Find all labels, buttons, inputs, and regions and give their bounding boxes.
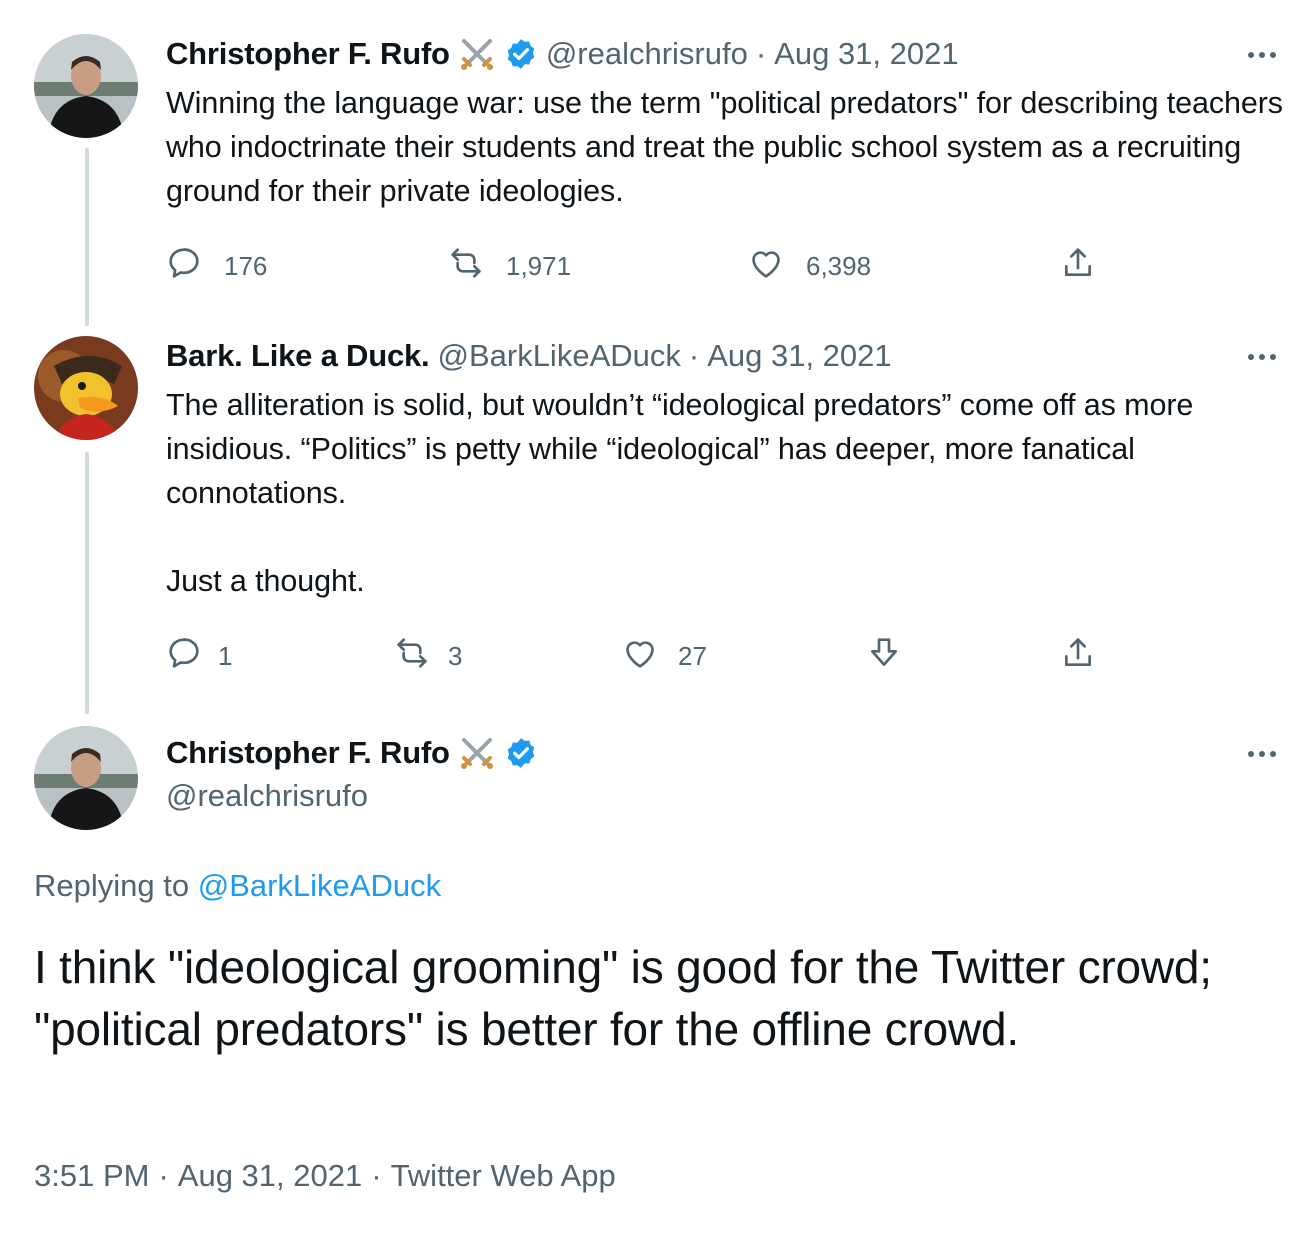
replying-to-handle[interactable]: @BarkLikeADuck	[198, 868, 441, 903]
share-button[interactable]	[1058, 243, 1098, 290]
like-icon	[746, 243, 786, 290]
like-count: 27	[678, 641, 707, 671]
reply-count: 176	[224, 251, 268, 281]
tweet-text: I think "ideological grooming" is good f…	[34, 941, 1212, 1055]
tweet-date[interactable]: Aug 31, 2021	[774, 36, 958, 72]
retweet-button[interactable]: 1,971	[446, 243, 571, 290]
author-name[interactable]: Christopher F. Rufo	[166, 735, 450, 771]
author-name[interactable]: Bark. Like a Duck.	[166, 338, 430, 374]
thread-line	[85, 452, 89, 714]
author-name[interactable]: Christopher F. Rufo	[166, 36, 450, 72]
avatar[interactable]	[34, 336, 138, 440]
tweet-date[interactable]: Aug 31, 2021	[178, 1158, 362, 1194]
retweet-icon	[392, 633, 432, 680]
retweet-button[interactable]: 3	[392, 633, 462, 680]
reply-icon	[164, 633, 204, 680]
reply-button[interactable]: 176	[164, 243, 267, 290]
downvote-icon	[864, 633, 904, 680]
retweet-count: 3	[448, 641, 463, 671]
like-button[interactable]: 6,398	[746, 243, 871, 290]
tweet-meta: 3:51 PM · Aug 31, 2021 · Twitter Web App	[34, 1158, 616, 1194]
tweet-time[interactable]: 3:51 PM	[34, 1158, 149, 1194]
reply-button[interactable]: 1	[164, 633, 232, 680]
author-handle[interactable]: @realchrisrufo	[546, 36, 748, 72]
more-icon[interactable]	[1248, 354, 1276, 360]
separator: ·	[158, 1158, 169, 1193]
share-icon	[1058, 633, 1098, 680]
avatar[interactable]	[34, 34, 138, 138]
share-icon	[1058, 243, 1098, 290]
separator: ·	[688, 338, 700, 373]
verified-badge-icon	[504, 736, 538, 770]
like-count: 6,398	[806, 251, 872, 281]
replying-to-label: Replying to	[34, 868, 190, 903]
separator: ·	[371, 1158, 382, 1193]
tweet-date[interactable]: Aug 31, 2021	[707, 338, 891, 374]
author-handle[interactable]: @realchrisrufo	[166, 778, 368, 814]
tweet-source[interactable]: Twitter Web App	[391, 1158, 616, 1194]
share-button[interactable]	[1058, 633, 1098, 680]
avatar[interactable]	[34, 726, 138, 830]
more-icon[interactable]	[1248, 751, 1276, 757]
tweet-text: The alliteration is solid, but wouldn’t …	[166, 388, 1194, 598]
crossed-swords-icon	[458, 734, 496, 772]
like-icon	[620, 633, 660, 680]
author-handle[interactable]: @BarkLikeADuck	[437, 338, 680, 374]
crossed-swords-icon	[458, 35, 496, 73]
like-button[interactable]: 27	[620, 633, 707, 680]
replying-to: Replying to @BarkLikeADuck	[34, 868, 441, 904]
tweet-text: Winning the language war: use the term "…	[166, 86, 1292, 208]
separator: ·	[755, 36, 767, 71]
downvote-button[interactable]	[864, 633, 904, 680]
retweet-icon	[446, 243, 486, 290]
more-icon[interactable]	[1248, 52, 1276, 58]
verified-badge-icon	[504, 37, 538, 71]
thread-line	[85, 148, 89, 326]
reply-icon	[164, 243, 204, 290]
retweet-count: 1,971	[506, 251, 572, 281]
reply-count: 1	[218, 641, 233, 671]
